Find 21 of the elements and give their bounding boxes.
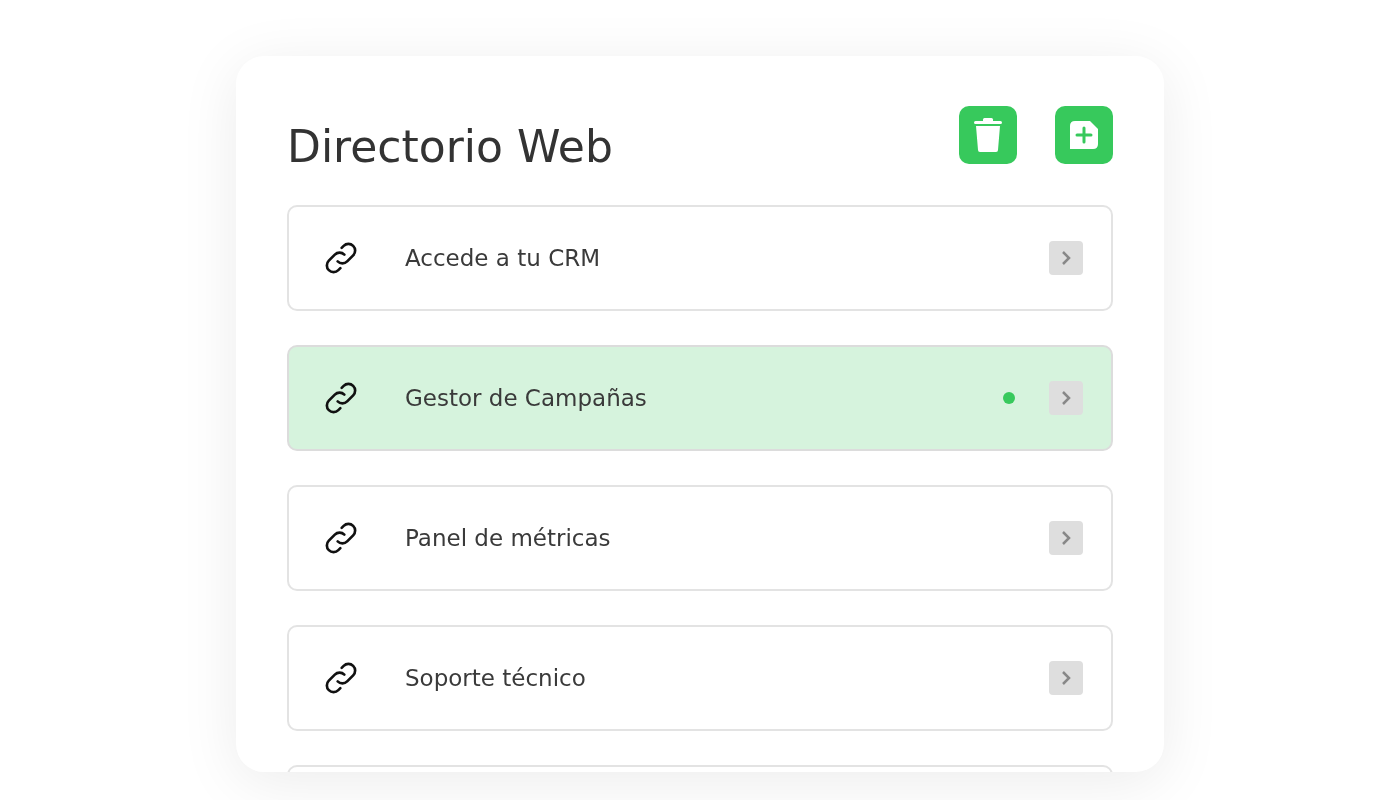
link-item[interactable]: Accede a tu CRM (287, 205, 1113, 311)
trash-icon (974, 118, 1002, 152)
link-label: Accede a tu CRM (405, 243, 602, 273)
link-label: Gestor de Campañas (405, 383, 648, 413)
open-link-button[interactable] (1049, 661, 1083, 695)
link-item[interactable]: Panel de métricas (287, 485, 1113, 591)
delete-button[interactable] (959, 106, 1017, 164)
link-item[interactable]: Soporte técnico (287, 625, 1113, 731)
open-link-button[interactable] (1049, 381, 1083, 415)
chevron-right-icon (1061, 390, 1071, 406)
chevron-right-icon (1061, 670, 1071, 686)
open-link-button[interactable] (1049, 521, 1083, 555)
chevron-right-icon (1061, 530, 1071, 546)
chevron-right-icon (1061, 250, 1071, 266)
link-label: Panel de métricas (405, 523, 612, 553)
add-note-icon (1070, 121, 1098, 149)
page-title: Directorio Web (287, 120, 614, 174)
open-link-button[interactable] (1049, 241, 1083, 275)
add-button[interactable] (1055, 106, 1113, 164)
link-item[interactable]: Gestor de Campañas (287, 345, 1113, 451)
link-label: Soporte técnico (405, 663, 587, 693)
